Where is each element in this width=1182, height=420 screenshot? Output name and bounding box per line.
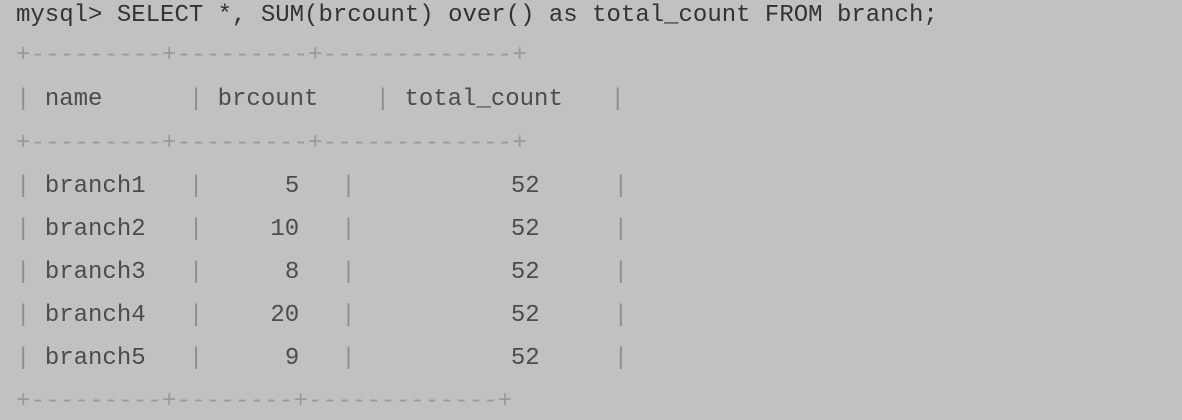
cell-total-count: 52 — [510, 345, 540, 372]
cell-separator: | — [16, 259, 31, 286]
cell-separator: | — [16, 173, 31, 200]
cell-separator: | — [188, 86, 204, 113]
cell-name: branch5 — [44, 345, 146, 372]
header-brcount: brcount — [217, 86, 319, 113]
cell-brcount: 9 — [284, 345, 300, 372]
cell-separator: | — [188, 259, 204, 286]
table-row: | branch3 | 8 | 52 | — [16, 257, 628, 289]
cell-separator: | — [613, 216, 629, 243]
header-total-count: total_count — [404, 86, 563, 113]
table-row: | branch4 | 20 | 52 | — [16, 300, 628, 332]
cell-separator: | — [613, 259, 629, 286]
cell-name: branch3 — [44, 259, 146, 286]
cell-name: branch2 — [44, 216, 146, 243]
cell-separator: | — [188, 216, 204, 243]
header-name: name — [44, 86, 103, 113]
cell-name: branch1 — [44, 173, 146, 200]
cell-separator: | — [610, 86, 625, 113]
cell-total-count: 52 — [510, 216, 540, 243]
cell-separator: | — [341, 173, 356, 200]
cell-total-count: 52 — [510, 302, 540, 329]
cell-separator: | — [16, 302, 31, 329]
cell-separator: | — [341, 302, 356, 329]
cell-separator: | — [375, 86, 391, 113]
cell-separator: | — [613, 345, 629, 372]
cell-brcount: 10 — [270, 216, 300, 243]
table-row: | branch2 | 10 | 52 | — [16, 214, 628, 246]
cell-separator: | — [16, 216, 31, 243]
cell-name: branch4 — [44, 302, 146, 329]
cell-separator: | — [16, 86, 31, 113]
cell-separator: | — [16, 345, 31, 372]
cell-separator: | — [613, 302, 629, 329]
cell-separator: | — [188, 345, 204, 372]
sql-command: SELECT *, SUM(brcount) over() as total_c… — [116, 2, 938, 29]
terminal-window: mysql> SELECT *, SUM(brcount) over() as … — [0, 0, 1182, 420]
cell-separator: | — [341, 259, 356, 286]
cell-separator: | — [188, 302, 204, 329]
cell-total-count: 52 — [510, 259, 540, 286]
table-row: | branch5 | 9 | 52 | — [16, 343, 628, 375]
table-header-row: | name | brcount | total_count | — [16, 84, 625, 116]
table-border-top: +---------+---------+-------------+ — [16, 42, 528, 69]
cell-separator: | — [341, 216, 356, 243]
command-line: mysql> SELECT *, SUM(brcount) over() as … — [16, 0, 938, 32]
cell-brcount: 5 — [284, 173, 300, 200]
cell-separator: | — [613, 173, 629, 200]
cell-separator: | — [188, 173, 204, 200]
cell-brcount: 8 — [284, 259, 300, 286]
mysql-prompt: mysql> — [16, 2, 103, 29]
table-border-bottom: +---------+--------+-------------+ — [16, 388, 513, 415]
cell-separator: | — [341, 345, 356, 372]
table-border-header: +---------+---------+-------------+ — [16, 130, 528, 157]
table-row: | branch1 | 5 | 52 | — [16, 171, 628, 203]
cell-total-count: 52 — [510, 173, 540, 200]
cell-brcount: 20 — [270, 302, 300, 329]
